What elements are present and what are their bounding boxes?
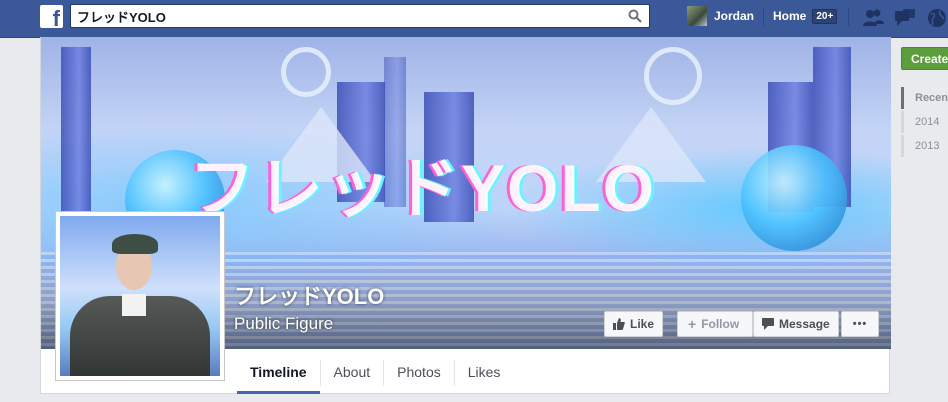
- top-navigation-bar: f Jordan Home 20+: [0, 0, 948, 38]
- year-recent[interactable]: Recent: [901, 87, 948, 109]
- thumbs-up-icon: [613, 318, 625, 330]
- page-tabs: Timeline About Photos Likes: [237, 352, 513, 394]
- facebook-logo-icon[interactable]: f: [40, 5, 63, 31]
- message-bubble-icon: [762, 318, 774, 330]
- facebook-logo-letter: f: [52, 6, 60, 31]
- plus-icon: +: [688, 316, 697, 332]
- divider: [848, 8, 849, 26]
- cover-ring: [644, 47, 702, 105]
- home-badge: 20+: [812, 8, 838, 24]
- messages-icon[interactable]: [894, 8, 916, 28]
- home-label: Home: [773, 9, 807, 23]
- search-icon[interactable]: [628, 9, 642, 23]
- message-button[interactable]: Message: [753, 311, 839, 337]
- tab-likes[interactable]: Likes: [455, 352, 514, 392]
- more-label: •••: [852, 318, 868, 330]
- page-header-card: フレッドYOLO フレッドYOLO Public Figure Like + F…: [40, 37, 891, 394]
- profile-photo: [60, 216, 220, 376]
- create-page-button[interactable]: Create: [901, 47, 948, 70]
- cover-title-text: フレッドYOLO: [189, 151, 657, 225]
- profile-person-cap: [112, 234, 158, 254]
- follow-button[interactable]: + Follow: [677, 311, 753, 337]
- notifications-globe-icon[interactable]: [926, 8, 948, 28]
- cover-ring: [281, 47, 331, 97]
- tab-about[interactable]: About: [321, 352, 384, 392]
- divider: [763, 8, 764, 26]
- search-box[interactable]: [70, 4, 650, 28]
- page-category: Public Figure: [234, 314, 334, 333]
- like-label: Like: [630, 317, 655, 331]
- timeline-year-nav: Recent 2014 2013: [901, 87, 948, 159]
- cover-sphere: [741, 145, 847, 251]
- search-input[interactable]: [77, 7, 617, 25]
- year-2014[interactable]: 2014: [901, 111, 948, 133]
- message-label: Message: [779, 317, 830, 331]
- more-options-button[interactable]: •••: [841, 311, 879, 337]
- like-button[interactable]: Like: [604, 311, 664, 337]
- tab-photos[interactable]: Photos: [384, 352, 454, 392]
- tab-timeline[interactable]: Timeline: [237, 352, 320, 394]
- friend-requests-icon[interactable]: [862, 8, 884, 28]
- follow-label: Follow: [701, 317, 740, 331]
- like-action: Like: [604, 311, 664, 337]
- profile-link[interactable]: Jordan: [687, 6, 754, 26]
- profile-picture[interactable]: [55, 211, 225, 381]
- profile-person-shirt: [122, 294, 146, 316]
- page-name[interactable]: フレッドYOLO: [234, 279, 384, 311]
- cover-building: [61, 47, 91, 227]
- message-action: Message: [753, 311, 839, 337]
- more-action: •••: [841, 311, 879, 337]
- home-link[interactable]: Home 20+: [773, 6, 838, 26]
- avatar: [687, 6, 707, 26]
- year-2013[interactable]: 2013: [901, 135, 948, 157]
- user-name: Jordan: [714, 9, 755, 23]
- follow-action: + Follow: [677, 311, 753, 337]
